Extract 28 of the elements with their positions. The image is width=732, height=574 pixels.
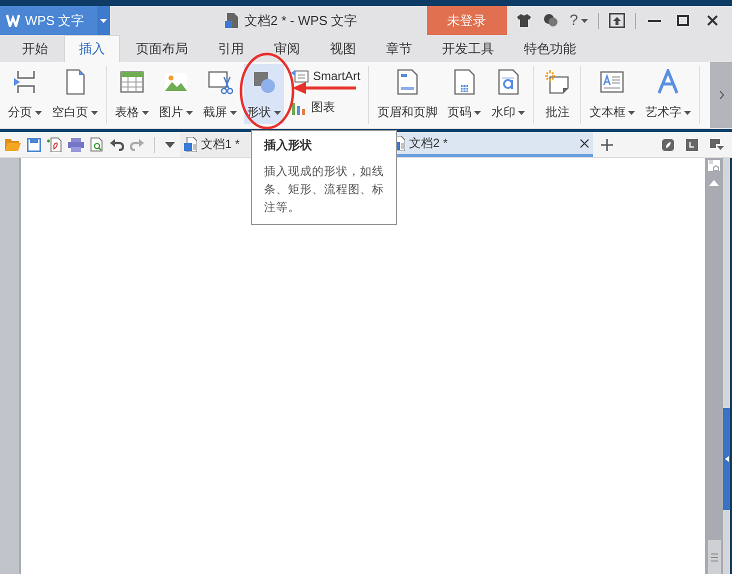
ribbon-tab[interactable]: 插入 [64, 35, 120, 62]
ribbon-button[interactable]: 批注 [539, 64, 576, 124]
ribbon-button[interactable]: 截屏 [200, 64, 240, 124]
ribbon-tab[interactable]: 页面布局 [122, 35, 202, 62]
ribbon-tab[interactable]: 开发工具 [428, 35, 508, 62]
ribbon-button[interactable]: 分页 [5, 64, 45, 124]
ribbon-button[interactable]: 空白页 [49, 64, 101, 124]
ribbon-button[interactable]: 页眉和页脚 [374, 64, 440, 124]
tooltip-text: 插入现成的形状，如线条、矩形、流程图、标注等。 [264, 164, 385, 216]
ribbon-button[interactable]: 文本框 [586, 64, 638, 124]
ribbon-button[interactable]: 艺术字 [642, 64, 694, 124]
ribbon-button[interactable]: 表格 [112, 64, 152, 124]
ribbon-button[interactable]: SmartArt [288, 69, 364, 83]
ribbon-tab[interactable]: 特色功能 [510, 35, 590, 62]
help-button[interactable]: ? [564, 6, 594, 35]
ribbon-button[interactable]: 形状 [244, 64, 284, 124]
ribbon-tab[interactable]: 视图 [316, 35, 370, 62]
app-menu-button[interactable]: WPS 文字 [0, 6, 97, 35]
ribbon-button[interactable]: 页码 [444, 64, 484, 124]
ribbon-button[interactable]: 水印 [488, 64, 528, 124]
window-title: 文档2 * - WPS 文字 [244, 12, 358, 30]
ribbon-tab[interactable]: 审阅 [260, 35, 314, 62]
ribbon-tab[interactable]: 引用 [204, 35, 258, 62]
tooltip-title: 插入形状 [264, 137, 313, 154]
ribbon-tab[interactable]: 开始 [8, 35, 62, 62]
ribbon-tab[interactable]: 章节 [372, 35, 426, 62]
ribbon-button[interactable]: 图表 [288, 99, 364, 116]
ribbon-button[interactable]: 图片 [156, 64, 196, 124]
